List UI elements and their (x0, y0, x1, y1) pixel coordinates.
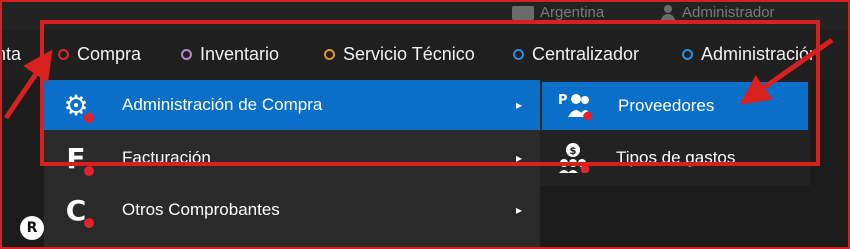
invoice-glyph: F (66, 141, 86, 175)
user-label: Administrador (682, 4, 775, 21)
menu-item-otros-comprobantes[interactable]: C Otros Comprobantes ▸ (44, 184, 540, 236)
nav-item-centralizador[interactable]: Centralizador (513, 44, 639, 65)
administracion-dot-icon (682, 49, 693, 60)
top-header: Argentina Administrador (0, 0, 850, 30)
user-menu[interactable]: Administrador (660, 4, 775, 21)
menu-item-label: Otros Comprobantes (122, 200, 280, 219)
app-logo: R (20, 216, 44, 240)
menu-item-administracion-de-compra[interactable]: ⚙ Administración de Compra ▸ (44, 80, 540, 130)
nav-item-label: Centralizador (532, 44, 640, 64)
submenu-item-label: Proveedores (618, 96, 715, 115)
invoice-f-icon: F (60, 141, 94, 176)
country-label: Argentina (540, 4, 605, 21)
compra-dropdown-menu: ⚙ Administración de Compra ▸ F Facturaci… (44, 80, 540, 249)
badge-dot-icon (84, 218, 94, 228)
nav-item-label: Compra (77, 44, 142, 64)
suppliers-icon: P (558, 93, 592, 121)
nav-item-inventario[interactable]: Inventario (181, 44, 279, 65)
nav-item-label: Inventario (200, 44, 280, 64)
main-navbar: nta Compra Inventario Servicio Técnico C… (0, 30, 850, 80)
vouchers-c-icon: C (60, 194, 94, 228)
menu-item-label: Facturación (122, 148, 211, 167)
inventario-dot-icon (181, 49, 192, 60)
nav-item-servicio-tecnico[interactable]: Servicio Técnico (324, 44, 475, 65)
badge-dot-icon (84, 113, 94, 123)
flag-icon (512, 5, 534, 20)
nav-item-label: nta (0, 44, 22, 64)
logo-glyph: R (26, 220, 38, 236)
submenu-item-proveedores[interactable]: P Proveedores (542, 82, 808, 130)
submenu-item-tipos-de-gastos[interactable]: $ Tipos de gastos (540, 133, 810, 183)
nav-item-compra[interactable]: Compra (58, 44, 141, 65)
compra-dot-icon (58, 49, 69, 60)
svg-text:$: $ (570, 146, 577, 157)
submenu-item-label: Tipos de gastos (616, 148, 736, 167)
menu-item-facturacion[interactable]: F Facturación ▸ (44, 132, 540, 184)
nav-item-label: Servicio Técnico (343, 44, 475, 64)
chevron-right-icon: ▸ (515, 203, 522, 217)
country-selector[interactable]: Argentina (512, 4, 604, 21)
user-icon (660, 4, 676, 21)
svg-text:P: P (558, 93, 568, 108)
nav-item-label: Administración (701, 44, 820, 64)
nav-item-ventas[interactable]: nta (0, 44, 21, 65)
chevron-right-icon: ▸ (515, 151, 522, 165)
administracion-compra-submenu: P Proveedores $ Tipos de gastos (540, 80, 810, 186)
nav-item-administracion[interactable]: Administración (682, 44, 819, 65)
gear-icon: ⚙ (60, 89, 94, 123)
chevron-right-icon: ▸ (515, 98, 522, 112)
expense-types-icon: $ (559, 143, 590, 173)
menu-item-label: Administración de Compra (122, 95, 323, 114)
centralizador-dot-icon (513, 49, 524, 60)
servicio-dot-icon (324, 49, 335, 60)
badge-dot-icon (84, 166, 94, 176)
